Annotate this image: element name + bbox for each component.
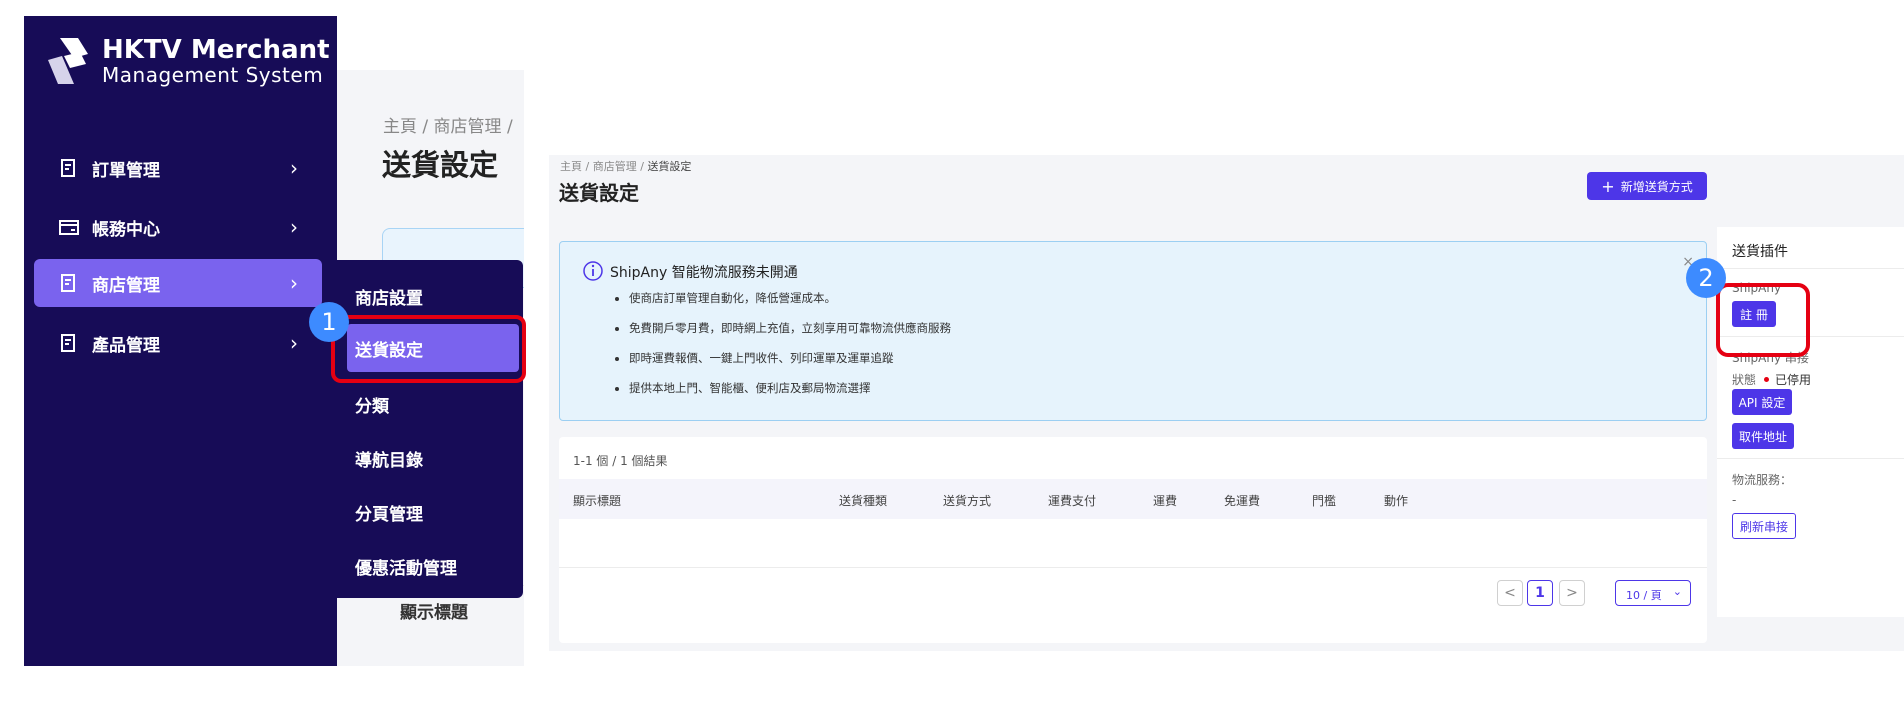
submenu-item-promotions[interactable]: 優惠活動管理 [355,554,457,579]
shop-submenu: 商店設置 送貨設定 分類 導航目錄 分頁管理 優惠活動管理 [337,260,523,598]
page-title: 送貨設定 [559,181,639,205]
sidebar-item-products[interactable]: 產品管理 › [34,319,322,367]
pagination: < 1 > 10 / 頁 ⌄ [559,567,1707,627]
page-title: 送貨設定 [382,148,499,182]
result-count: 1-1 個 / 1 個結果 [573,454,668,468]
add-button-label: 新增送貨方式 [1620,179,1693,194]
page-number-button[interactable]: 1 [1527,580,1553,606]
sidebar-item-billing[interactable]: 帳務中心 › [34,203,322,251]
step-badge: 1 [309,302,349,342]
info-icon [583,261,603,281]
breadcrumb-separator: / [640,160,644,173]
chevron-right-icon: › [290,331,298,355]
sidebar: HKTV Merchant Management System 訂單管理 › 帳… [24,16,337,666]
column-header: 運費 [1153,494,1178,508]
list-item: 免費開戶零月費，即時網上充值，立刻享用可靠物流供應商服務 [629,320,951,336]
submenu-item-shop-settings[interactable]: 商店設置 [355,284,423,309]
panel-title: 送貨插件 [1732,244,1788,260]
prev-page-button[interactable]: < [1497,580,1523,606]
breadcrumb-current: 送貨設定 [647,160,692,173]
status-value: 已停用 [1775,373,1812,387]
column-header: 動作 [1384,494,1409,508]
delivery-table: 1-1 個 / 1 個結果 顯示標題 送貨種類 送貨方式 運費支付 運費 免運費… [559,437,1707,643]
plus-icon: + [1601,176,1615,196]
highlight-box [1716,283,1810,357]
logo: HKTV Merchant Management System [44,34,330,88]
logo-subtitle: Management System [102,63,324,87]
next-page-button[interactable]: > [1559,580,1585,606]
table-header: 顯示標題 送貨種類 送貨方式 運費支付 運費 免運費 門檻 動作 [559,479,1707,519]
pickup-address-button[interactable]: 取件地址 [1732,423,1794,449]
chevron-right-icon: › [290,215,298,239]
panel-header: 送貨插件 [1717,227,1904,269]
column-header: 運費支付 [1048,494,1097,508]
breadcrumb: 主頁 / 商店管理 / [383,117,513,137]
list-item: 使商店訂單管理自動化，降低營運成本。 [629,290,951,306]
list-item: 提供本地上門、智能櫃、便利店及郵局物流選擇 [629,380,951,396]
document-icon [61,159,75,177]
column-header: 顯示標題 [400,603,468,623]
sidebar-item-orders[interactable]: 訂單管理 › [34,144,322,192]
page-size-select[interactable]: 10 / 頁 ⌄ [1615,580,1691,606]
chevron-right-icon: › [290,156,298,180]
column-header: 送貨種類 [839,494,888,508]
add-delivery-method-button[interactable]: + 新增送貨方式 [1587,172,1707,200]
breadcrumb-home[interactable]: 主頁 [560,160,582,173]
sidebar-item-label: 商店管理 [92,275,160,296]
page-size-value: 10 / 頁 [1626,589,1662,602]
column-header: 門檻 [1312,494,1337,508]
chevron-down-icon: ⌄ [1672,585,1682,598]
logistics-label: 物流服務： [1732,473,1793,487]
sidebar-item-shop[interactable]: 商店管理 › [34,259,322,307]
api-settings-button[interactable]: API 設定 [1732,389,1792,415]
submenu-item-navigation[interactable]: 導航目錄 [355,446,423,471]
submenu-item-page-management[interactable]: 分頁管理 [355,500,423,525]
list-item: 即時運費報價、一鍵上門收件、列印運單及運單追蹤 [629,350,951,366]
column-header: 送貨方式 [943,494,992,508]
shipany-info-alert: ShipAny 智能物流服務未開通 使商店訂單管理自動化，降低營運成本。 免費開… [559,241,1707,421]
document-icon [61,334,75,352]
column-header: 免運費 [1224,494,1261,508]
submenu-item-categories[interactable]: 分類 [355,392,389,417]
logistics-section: 物流服務： - 刷新串接 [1717,459,1904,549]
status-dot-icon [1764,377,1770,382]
breadcrumb: 主頁 / 商店管理 / 送貨設定 [560,158,691,174]
delivery-settings-page: 主頁 / 商店管理 / 送貨設定 送貨設定 + 新增送貨方式 ShipAny 智… [549,155,1904,651]
wallet-icon [59,220,79,235]
chevron-right-icon: › [290,271,298,295]
sidebar-item-label: 產品管理 [92,335,160,356]
logo-title: HKTV Merchant [102,35,330,65]
alert-bullets: 使商店訂單管理自動化，降低營運成本。 免費開戶零月費，即時網上充值，立刻享用可靠… [615,290,951,410]
hktv-logo-icon [48,38,88,84]
sidebar-item-label: 訂單管理 [92,160,160,181]
step-badge: 2 [1686,258,1726,298]
logistics-value: - [1732,493,1737,507]
breadcrumb-shop[interactable]: 商店管理 [593,160,637,173]
column-header: 顯示標題 [573,494,622,508]
status-label: 狀態 [1732,373,1757,387]
sidebar-item-label: 帳務中心 [92,219,160,240]
document-icon [61,274,75,292]
breadcrumb-separator: / [585,160,590,173]
alert-title: ShipAny 智能物流服務未開通 [610,265,798,281]
status-row: 狀態 已停用 [1732,371,1811,388]
refresh-integration-button[interactable]: 刷新串接 [1732,513,1796,539]
highlight-box [331,315,526,383]
